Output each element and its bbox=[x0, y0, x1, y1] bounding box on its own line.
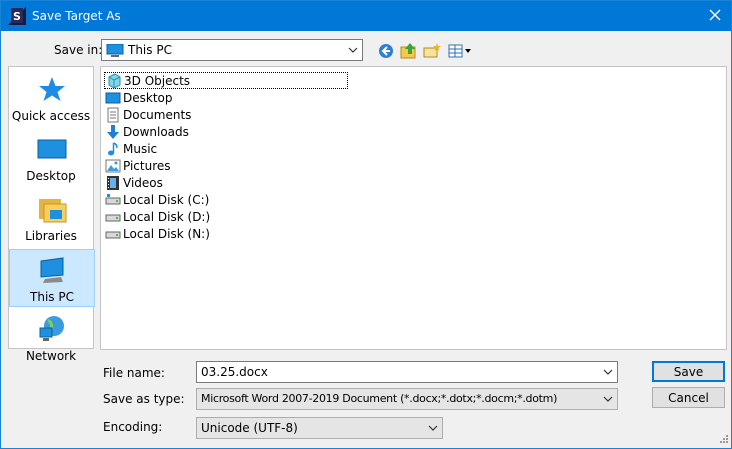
place-label: Desktop bbox=[26, 169, 76, 183]
chevron-down-icon bbox=[603, 396, 613, 402]
save-in-value: This PC bbox=[128, 43, 172, 57]
cancel-button[interactable]: Cancel bbox=[652, 387, 725, 408]
list-item[interactable]: 3D Objects bbox=[104, 72, 348, 89]
place-desktop[interactable]: Desktop bbox=[9, 129, 95, 187]
save-button[interactable]: Save bbox=[652, 361, 725, 382]
chevron-down-icon bbox=[348, 47, 358, 53]
title-bar: S Save Target As bbox=[1, 1, 731, 31]
place-label: This PC bbox=[30, 290, 74, 304]
network-icon bbox=[39, 316, 64, 341]
save-type-label: Save as type: bbox=[103, 392, 185, 406]
place-libraries[interactable]: Libraries bbox=[9, 189, 95, 247]
encoding-label: Encoding: bbox=[103, 420, 163, 434]
close-icon[interactable] bbox=[707, 7, 723, 23]
file-name: Downloads bbox=[123, 125, 189, 139]
save-type-dropdown[interactable]: Microsoft Word 2007-2019 Document (*.doc… bbox=[196, 388, 618, 410]
file-name: Desktop bbox=[123, 91, 173, 105]
encoding-dropdown[interactable]: Unicode (UTF-8) bbox=[196, 417, 443, 439]
file-name: Pictures bbox=[123, 159, 171, 173]
save-in-dropdown[interactable]: This PC bbox=[101, 39, 363, 61]
view-menu-icon[interactable] bbox=[447, 41, 473, 61]
place-this-pc[interactable]: This PC bbox=[9, 249, 95, 307]
file-name: Documents bbox=[123, 108, 192, 122]
drive-icon bbox=[105, 231, 121, 239]
place-quick-access[interactable]: Quick access bbox=[9, 69, 95, 127]
music-icon bbox=[108, 142, 118, 156]
app-icon: S bbox=[8, 7, 26, 25]
save-target-as-dialog: S Save Target As Save in: This PC Quick … bbox=[0, 0, 732, 449]
libraries-icon bbox=[39, 199, 67, 223]
file-name: Local Disk (C:) bbox=[123, 193, 210, 207]
places-bar: Quick access Desktop Libraries This PC N… bbox=[8, 66, 95, 363]
file-list[interactable]: 3D Objects Desktop Documents Downloads M… bbox=[100, 66, 727, 350]
place-network[interactable]: Network bbox=[9, 309, 95, 367]
back-icon[interactable] bbox=[376, 41, 396, 61]
drive-icon bbox=[105, 214, 121, 222]
file-name: Local Disk (N:) bbox=[123, 227, 210, 241]
encoding-value: Unicode (UTF-8) bbox=[201, 421, 298, 435]
place-label: Quick access bbox=[11, 109, 91, 123]
file-name-value: 03.25.docx bbox=[201, 365, 268, 379]
window-title: Save Target As bbox=[32, 9, 121, 23]
file-name: Music bbox=[123, 142, 158, 156]
videos-icon bbox=[107, 176, 119, 190]
chevron-down-icon[interactable] bbox=[603, 368, 613, 376]
pictures-icon bbox=[105, 159, 121, 173]
place-label: Network bbox=[25, 349, 77, 363]
resize-grip-icon[interactable] bbox=[717, 434, 729, 446]
this-pc-icon bbox=[106, 44, 124, 57]
file-name: 3D Objects bbox=[124, 74, 191, 88]
place-label: Libraries bbox=[25, 229, 77, 243]
svg-text:S: S bbox=[13, 10, 21, 23]
this-pc-icon bbox=[40, 257, 64, 283]
save-type-value: Microsoft Word 2007-2019 Document (*.doc… bbox=[201, 392, 558, 405]
desktop-icon bbox=[37, 139, 67, 159]
save-in-label: Save in: bbox=[54, 43, 103, 57]
file-name-label: File name: bbox=[103, 366, 165, 380]
desktop-folder-icon bbox=[105, 92, 121, 104]
chevron-down-icon bbox=[428, 425, 438, 431]
drive-c-icon bbox=[105, 194, 121, 205]
file-name: Local Disk (D:) bbox=[123, 210, 211, 224]
file-name-input[interactable]: 03.25.docx bbox=[196, 361, 618, 383]
file-name: Videos bbox=[123, 176, 163, 190]
documents-icon bbox=[107, 107, 119, 123]
star-icon bbox=[39, 77, 65, 101]
3d-objects-icon bbox=[108, 73, 121, 89]
downloads-icon bbox=[107, 125, 119, 139]
new-folder-icon[interactable] bbox=[422, 41, 442, 61]
up-folder-icon[interactable] bbox=[399, 41, 419, 61]
